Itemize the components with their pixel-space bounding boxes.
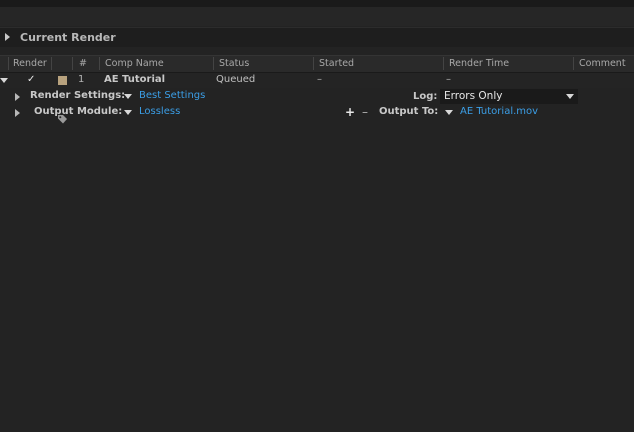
- column-divider[interactable]: [72, 57, 73, 70]
- output-to-dropdown-icon[interactable]: [445, 110, 453, 115]
- output-to-label: Output To:: [379, 106, 439, 117]
- current-render-bar[interactable]: Current Render: [0, 27, 634, 47]
- log-dropdown-icon[interactable]: [566, 94, 574, 99]
- panel-toolbar: [0, 7, 634, 26]
- disclosure-triangle-icon[interactable]: [5, 33, 10, 41]
- expand-triangle-icon[interactable]: [0, 78, 8, 83]
- item-comp-name[interactable]: AE Tutorial: [104, 74, 165, 85]
- output-module-dropdown-icon[interactable]: [124, 110, 132, 115]
- remove-output-module-button[interactable]: –: [362, 105, 368, 119]
- column-divider[interactable]: [443, 57, 444, 70]
- render-queue-header: Render # Comp Name Status Started Render…: [0, 55, 634, 124]
- column-comment[interactable]: Comment: [579, 58, 626, 69]
- spacer: [0, 47, 634, 55]
- item-number: 1: [78, 74, 85, 85]
- output-module-row: Output Module: Lossless + – Output To: A…: [0, 105, 634, 120]
- item-render-time: –: [446, 74, 451, 85]
- column-status[interactable]: Status: [219, 58, 249, 69]
- label-color-swatch[interactable]: [58, 76, 67, 85]
- item-started: –: [317, 74, 322, 85]
- current-render-title: Current Render: [20, 31, 116, 44]
- log-label: Log:: [413, 91, 438, 102]
- log-value: Errors Only: [444, 90, 503, 102]
- log-select[interactable]: Errors Only: [440, 89, 578, 104]
- add-output-module-button[interactable]: +: [345, 105, 355, 119]
- column-divider[interactable]: [313, 57, 314, 70]
- render-settings-expand-icon[interactable]: [15, 93, 20, 101]
- render-queue-item[interactable]: ✓ 1 AE Tutorial Queued – –: [0, 73, 634, 88]
- column-started[interactable]: Started: [319, 58, 354, 69]
- column-divider[interactable]: [99, 57, 100, 70]
- column-divider[interactable]: [51, 57, 52, 70]
- column-number[interactable]: #: [79, 58, 87, 69]
- render-settings-value[interactable]: Best Settings: [139, 90, 205, 101]
- column-divider[interactable]: [573, 57, 574, 70]
- item-status: Queued: [216, 74, 256, 85]
- render-settings-label: Render Settings:: [30, 90, 126, 101]
- output-module-expand-icon[interactable]: [15, 109, 20, 117]
- column-comp-name[interactable]: Comp Name: [105, 58, 164, 69]
- column-render[interactable]: Render: [13, 58, 47, 69]
- output-module-value[interactable]: Lossless: [139, 106, 180, 117]
- render-settings-dropdown-icon[interactable]: [124, 94, 132, 99]
- column-divider[interactable]: [213, 57, 214, 70]
- top-strip: [0, 0, 634, 7]
- column-render-time[interactable]: Render Time: [449, 58, 509, 69]
- output-to-value[interactable]: AE Tutorial.mov: [460, 106, 538, 117]
- render-checkbox[interactable]: ✓: [27, 74, 35, 85]
- column-divider[interactable]: [8, 57, 9, 70]
- output-module-label: Output Module:: [34, 106, 123, 117]
